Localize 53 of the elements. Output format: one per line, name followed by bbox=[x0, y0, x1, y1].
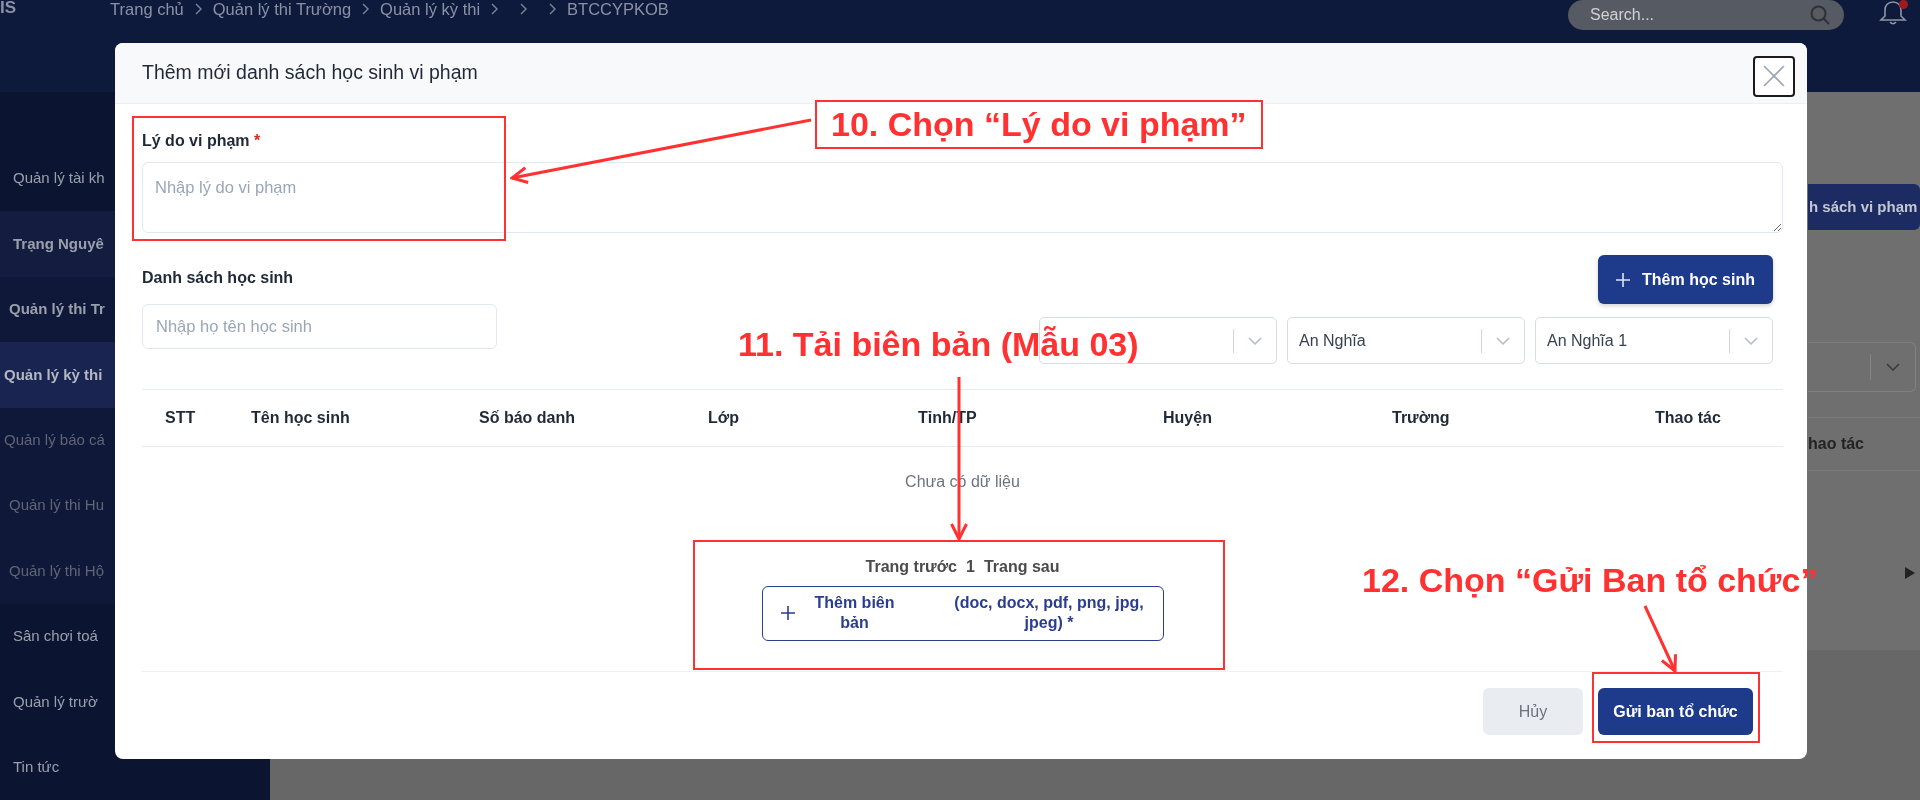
column-header: hao tác bbox=[1808, 434, 1864, 454]
field-label: Lý do vi phạm * bbox=[142, 132, 262, 150]
callout-label: 10. Chọn “Lý do vi phạm” bbox=[815, 100, 1263, 149]
column-header: Lớp bbox=[708, 409, 739, 426]
dropdown-field[interactable]: An Nghĩa bbox=[1287, 317, 1525, 364]
breadcrumb-link[interactable]: Trang chủ bbox=[110, 0, 184, 18]
column-header: Số báo danh bbox=[479, 409, 575, 426]
column-header: Trường bbox=[1392, 409, 1450, 426]
page-number[interactable]: 1 bbox=[965, 557, 975, 576]
bell-icon[interactable] bbox=[1878, 0, 1908, 25]
breadcrumb-link[interactable]: BTCCYPKOB bbox=[567, 0, 669, 18]
column-header: Tên học sinh bbox=[251, 409, 350, 426]
column-header: STT bbox=[165, 409, 196, 426]
submit-button[interactable]: Gửi ban tổ chức bbox=[1598, 688, 1753, 735]
action-button[interactable]: h sách vi phạm bbox=[1808, 184, 1920, 230]
close-icon bbox=[1763, 65, 1785, 87]
chevron-down-icon bbox=[1886, 363, 1900, 371]
sidebar-item[interactable]: Quản lý tài kh bbox=[0, 146, 115, 212]
sidebar-item[interactable]: Tin tức bbox=[0, 734, 115, 800]
sidebar-item[interactable]: Quản lý kỳ thi bbox=[0, 342, 115, 408]
chevron-right-icon bbox=[194, 3, 202, 15]
next-page-link[interactable]: Trang sau bbox=[983, 557, 1060, 576]
chevron-right-icon bbox=[491, 3, 499, 15]
breadcrumb-link[interactable]: Quản lý thi Trường bbox=[212, 0, 352, 18]
plus-icon bbox=[780, 606, 795, 620]
sidebar-item[interactable]: Sân chơi toá bbox=[0, 603, 115, 670]
previous-page-link[interactable]: Trang trước bbox=[865, 557, 957, 576]
logo-text: IS bbox=[0, 0, 17, 16]
plus-icon bbox=[1616, 272, 1631, 287]
chevron-right-icon bbox=[520, 3, 528, 15]
sidebar-item[interactable]: Trạng Nguyê bbox=[0, 211, 115, 277]
upload-report-button[interactable]: Thêm biên bản (doc, docx, pdf, png, jpg, jpeg) * bbox=[761, 585, 1164, 641]
dropdown-field[interactable]: An Nghĩa 1 bbox=[1535, 317, 1773, 364]
annotation-arrow bbox=[1643, 604, 1678, 673]
dropdown-field[interactable] bbox=[1808, 342, 1916, 392]
caption-label: 11. Tải biên bản (Mẫu 03) bbox=[738, 324, 1139, 365]
search-field[interactable]: Search... bbox=[1568, 0, 1844, 30]
chevron-right-icon bbox=[362, 3, 370, 15]
add-student-button[interactable]: Thêm học sinh bbox=[1598, 255, 1773, 304]
caret-right-icon[interactable] bbox=[1905, 567, 1915, 579]
chevron-right-icon bbox=[549, 3, 557, 15]
dialog-title: Thêm mới danh sách học sinh vi phạm bbox=[142, 60, 478, 86]
cancel-button[interactable]: Hủy bbox=[1483, 688, 1583, 735]
column-header: Thao tác bbox=[1655, 409, 1721, 426]
reason-field[interactable]: Nhập lý do vi phạm bbox=[142, 162, 1783, 233]
sidebar-item[interactable]: Quản lý thi Tr bbox=[0, 276, 115, 343]
sidebar-item[interactable]: Quản lý trườ bbox=[0, 669, 115, 735]
student-search-field[interactable]: Nhập họ tên học sinh bbox=[142, 304, 497, 349]
search-icon bbox=[1810, 5, 1830, 25]
close-button[interactable] bbox=[1753, 55, 1795, 97]
column-header: Huyện bbox=[1163, 409, 1212, 426]
section-label: Danh sách học sinh bbox=[142, 269, 295, 287]
breadcrumb-link[interactable]: Quản lý kỳ thi bbox=[380, 0, 481, 18]
